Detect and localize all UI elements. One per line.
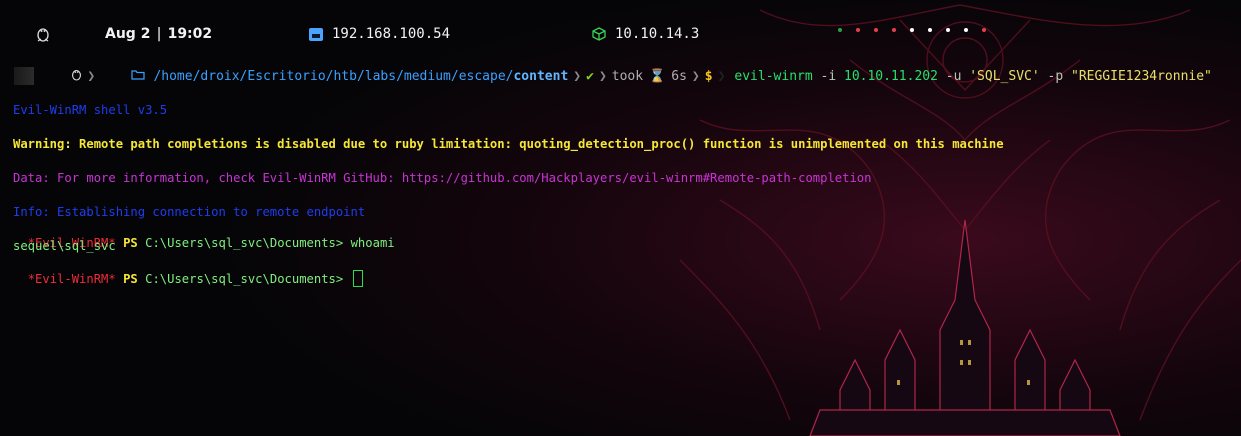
cwd-text: C:\Users\sql_svc\Documents> (145, 272, 344, 286)
info-line: Info: Establishing connection to remote … (13, 205, 366, 219)
shell-version-line: Evil-WinRM shell v3.5 (13, 103, 168, 117)
duration-text: 6s (671, 68, 687, 84)
clock: Aug 2 | 19:02 (105, 26, 212, 42)
workspace-dot[interactable] (946, 28, 950, 32)
path-current-dir: content (513, 68, 569, 84)
path-prefix: /home/droix/Escritorio/htb/labs/medium/e… (153, 68, 514, 84)
separator: | (156, 26, 162, 42)
typed-command: whoami (350, 236, 395, 250)
vpn-cube-icon (592, 27, 606, 41)
workspace-dot[interactable] (856, 28, 860, 32)
top-status-bar: Aug 2 | 19:02 192.168.100.54 10.10.14.3 (0, 18, 1241, 54)
arg-flag: -i (820, 68, 837, 84)
arg-flag: -p (1047, 68, 1064, 84)
folder-icon (100, 54, 146, 99)
shell-prompt: ❯ /home/droix/Escritorio/htb/labs/medium… (14, 67, 1212, 85)
workspace-indicators[interactable] (838, 28, 986, 32)
linux-tux-icon (40, 53, 82, 100)
chevron-right-icon: ❯ (691, 68, 700, 84)
data-line: Data: For more information, check Evil-W… (13, 171, 872, 185)
prompt-end-arrow: ❯ (717, 68, 726, 84)
arg-flag: -u (945, 68, 962, 84)
took-label: took (611, 68, 644, 84)
chevron-right-icon: ❯ (573, 68, 582, 84)
whoami-output: sequel\sql_svc (13, 239, 116, 253)
linux-tux-icon (36, 26, 50, 42)
workspace-dot[interactable] (982, 28, 986, 32)
local-ip-text: 192.168.100.54 (332, 26, 451, 42)
vpn-ip-widget: 10.10.14.3 (592, 26, 699, 42)
network-card-icon (309, 27, 323, 41)
winrm-prompt-line[interactable]: *Evil-WinRM* PS C:\Users\sql_svc\Documen… (13, 256, 363, 287)
warning-line: Warning: Remote path completions is disa… (13, 137, 1004, 151)
arg-value: 'SQL_SVC' (969, 68, 1040, 84)
winrm-tag: *Evil-WinRM* (27, 272, 116, 286)
current-path: /home/droix/Escritorio/htb/labs/medium/e… (153, 69, 568, 84)
status-check-icon: ✔ (586, 68, 594, 84)
chevron-right-icon: ❯ (87, 68, 96, 84)
arg-value: "REGGIE1234ronnie" (1071, 68, 1212, 84)
local-ip-widget: 192.168.100.54 (309, 26, 450, 42)
ps-label: PS (123, 236, 138, 250)
workspace-dot[interactable] (838, 28, 842, 32)
workspace-dot[interactable] (928, 28, 932, 32)
prompt-segment-start (14, 67, 34, 85)
workspace-dot[interactable] (892, 28, 896, 32)
arg-value: 10.10.11.202 (844, 68, 938, 84)
dollar-sign: $ (704, 68, 713, 84)
terminal-cursor[interactable] (352, 270, 363, 287)
workspace-dot[interactable] (874, 28, 878, 32)
date-text: Aug 2 (105, 26, 151, 42)
workspace-dot[interactable] (964, 28, 968, 32)
workspace-dot[interactable] (910, 28, 914, 32)
hourglass-icon: ⌛ (649, 68, 666, 84)
command-name: evil-winrm (734, 68, 813, 84)
vpn-ip-text: 10.10.14.3 (615, 26, 700, 42)
cwd-text: C:\Users\sql_svc\Documents> (145, 236, 344, 250)
time-text: 19:02 (167, 26, 213, 42)
ps-label: PS (123, 272, 138, 286)
chevron-right-icon: ❯ (598, 68, 607, 84)
